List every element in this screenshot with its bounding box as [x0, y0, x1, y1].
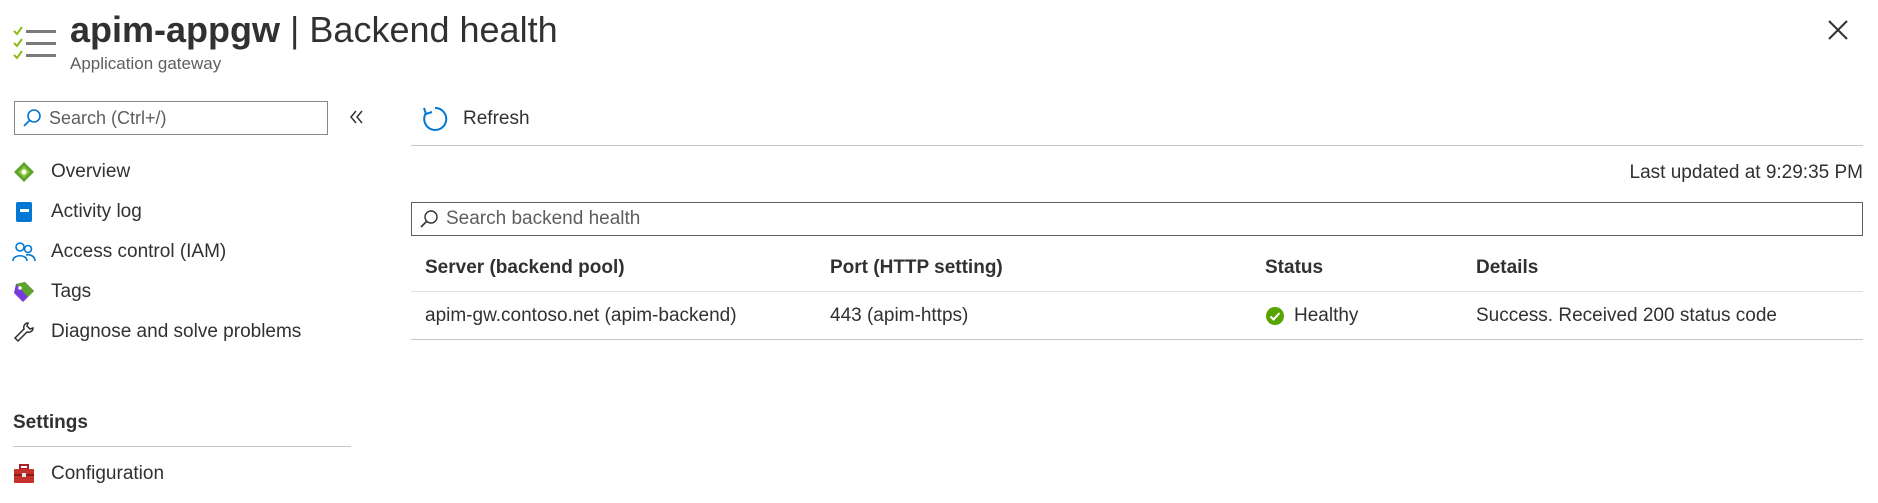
- backend-search-input[interactable]: [446, 208, 1846, 230]
- column-header-port[interactable]: Port (HTTP setting): [830, 244, 1003, 292]
- resource-menu: Overview Activity log Access control (IA…: [0, 96, 363, 503]
- table-header-row: Server (backend pool) Port (HTTP setting…: [411, 244, 1863, 292]
- nav-item-label: Tags: [51, 281, 92, 302]
- nav-item-diagnose[interactable]: Diagnose and solve problems: [12, 312, 301, 352]
- collapse-menu-button[interactable]: [346, 106, 368, 128]
- people-icon: [12, 240, 36, 264]
- nav-item-activity-log[interactable]: Activity log: [12, 192, 142, 232]
- settings-section-heading: Settings: [13, 412, 88, 433]
- resource-name: apim-appgw: [70, 9, 281, 50]
- server-cell: apim-gw.contoso.net (apim-backend): [425, 305, 737, 326]
- search-icon: [420, 210, 438, 228]
- nav-item-label: Diagnose and solve problems: [51, 321, 302, 342]
- column-header-status[interactable]: Status: [1265, 244, 1323, 292]
- status-cell: Healthy: [1265, 292, 1358, 340]
- status-text: Healthy: [1294, 305, 1359, 326]
- command-bar: Refresh: [411, 96, 1863, 146]
- section-divider: [13, 446, 351, 447]
- activity-log-icon: [12, 200, 36, 224]
- blade-name: Backend health: [309, 9, 558, 50]
- nav-item-configuration[interactable]: Configuration: [12, 454, 164, 494]
- nav-item-tags[interactable]: Tags: [12, 272, 91, 312]
- double-chevron-left-icon: [350, 110, 363, 124]
- table-row[interactable]: apim-gw.contoso.net (apim-backend) 443 (…: [411, 292, 1863, 340]
- nav-item-label: Configuration: [51, 463, 165, 484]
- close-icon: [1828, 20, 1848, 40]
- nav-item-access-control[interactable]: Access control (IAM): [12, 232, 226, 272]
- nav-item-overview[interactable]: Overview: [12, 152, 130, 192]
- menu-search-input[interactable]: [49, 107, 319, 129]
- nav-item-label: Overview: [51, 161, 131, 182]
- backend-search-box[interactable]: [411, 202, 1863, 236]
- column-header-server[interactable]: Server (backend pool): [425, 244, 625, 292]
- backend-health-table: Server (backend pool) Port (HTTP setting…: [411, 244, 1863, 340]
- menu-search-box[interactable]: [14, 101, 328, 135]
- page-header: apim-appgw | Backend health Application …: [0, 0, 1878, 90]
- title-separator: |: [290, 9, 300, 50]
- nav-item-label: Access control (IAM): [51, 241, 227, 262]
- resource-type-subtitle: Application gateway: [70, 54, 222, 73]
- refresh-label: Refresh: [463, 108, 530, 129]
- close-button[interactable]: [1824, 16, 1852, 44]
- search-icon: [23, 109, 41, 127]
- refresh-icon: [423, 106, 448, 131]
- column-header-details[interactable]: Details: [1476, 244, 1538, 292]
- app-gateway-list-icon: [12, 22, 58, 62]
- backend-health-content: Refresh Last updated at 9:29:35 PM Serve…: [411, 96, 1863, 503]
- toolbox-icon: [12, 462, 36, 486]
- details-cell: Success. Received 200 status code: [1476, 305, 1778, 326]
- tag-icon: [12, 280, 36, 304]
- refresh-button[interactable]: Refresh: [421, 103, 530, 135]
- title-block: apim-appgw | Backend health Application …: [70, 8, 558, 74]
- port-cell: 443 (apim-https): [830, 305, 969, 326]
- wrench-icon: [12, 320, 36, 344]
- nav-item-label: Activity log: [51, 201, 142, 222]
- last-updated-text: Last updated at 9:29:35 PM: [1629, 162, 1863, 183]
- check-circle-icon: [1266, 307, 1284, 325]
- page-title: apim-appgw | Backend health: [70, 8, 558, 52]
- overview-icon: [12, 160, 36, 184]
